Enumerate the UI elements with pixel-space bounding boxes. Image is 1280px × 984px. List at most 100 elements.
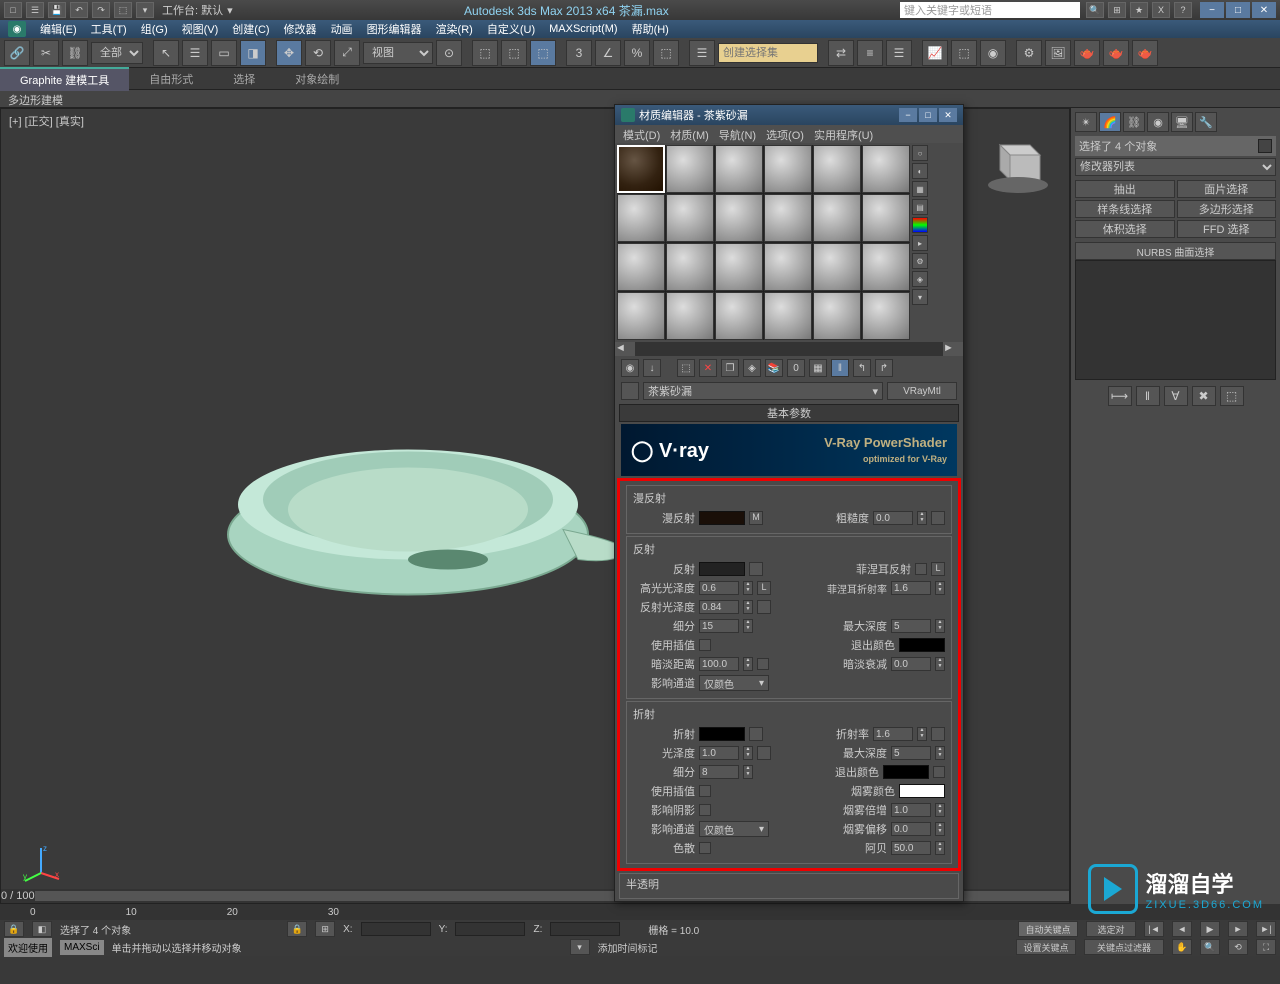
material-slot[interactable] xyxy=(617,243,665,291)
x-coord-input[interactable] xyxy=(361,922,431,936)
reflect-interp-checkbox[interactable] xyxy=(699,639,711,651)
tab-modify-icon[interactable]: 🌈 xyxy=(1099,112,1121,132)
lock-icon[interactable]: 🔒 xyxy=(4,921,24,937)
material-slot[interactable] xyxy=(715,145,763,193)
sel-lock-icon[interactable]: 🔒 xyxy=(287,921,307,937)
assign-icon[interactable]: ⬚ xyxy=(677,359,695,377)
star-icon[interactable]: ★ xyxy=(1130,2,1148,18)
modifier-btn-1[interactable]: 面片选择 xyxy=(1177,180,1277,198)
make-preview-icon[interactable]: ▸ xyxy=(912,235,928,251)
show-end-icon[interactable]: ‖ xyxy=(1136,386,1160,406)
autokey-button[interactable]: 自动关键点 xyxy=(1018,921,1078,937)
named-selection-input[interactable] xyxy=(718,43,818,63)
align-icon[interactable]: ≡ xyxy=(857,40,883,66)
new-icon[interactable]: □ xyxy=(4,2,22,18)
mirror-icon[interactable]: ⇄ xyxy=(828,40,854,66)
link-icon[interactable]: 🔗 xyxy=(4,40,30,66)
manip-icon[interactable]: ⬚ xyxy=(472,40,498,66)
render-frame-icon[interactable]: 🖼 xyxy=(1045,40,1071,66)
render-iter-icon[interactable]: 🫖 xyxy=(1132,40,1158,66)
pick-material-icon[interactable] xyxy=(621,382,639,400)
selected-button[interactable]: 选定对 xyxy=(1086,921,1136,937)
material-slot[interactable] xyxy=(764,194,812,242)
named-sel-icon[interactable]: ☰ xyxy=(689,40,715,66)
menu-grapheditor[interactable]: 图形编辑器 xyxy=(367,21,422,37)
add-time-tag[interactable]: 添加时间标记 xyxy=(598,940,658,955)
modifier-btn-2[interactable]: 样条线选择 xyxy=(1075,200,1175,218)
material-slot[interactable] xyxy=(862,145,910,193)
curve-editor-icon[interactable]: 📈 xyxy=(922,40,948,66)
background-icon[interactable]: ▦ xyxy=(912,181,928,197)
modifier-list-dropdown[interactable]: 修改器列表 xyxy=(1075,158,1276,176)
mat-menu-material[interactable]: 材质(M) xyxy=(670,127,709,141)
ribbon-tab-paint[interactable]: 对象绘制 xyxy=(275,68,359,90)
put-to-scene-icon[interactable]: ↓ xyxy=(643,359,661,377)
nav-max-icon[interactable]: ⛶ xyxy=(1256,939,1276,955)
fresnel-ior-spinner[interactable]: 1.6 xyxy=(891,581,931,595)
selection-filter-dropdown[interactable]: 全部 xyxy=(91,42,143,64)
mat-id-icon[interactable]: 0 xyxy=(787,359,805,377)
affect-shadows-checkbox[interactable] xyxy=(699,804,711,816)
pin-stack-icon[interactable]: ⟼ xyxy=(1108,386,1132,406)
nav-pan-icon[interactable]: ✋ xyxy=(1172,939,1192,955)
roughness-map-button[interactable] xyxy=(931,511,945,525)
material-slot[interactable] xyxy=(813,243,861,291)
nav-zoom-icon[interactable]: 🔍 xyxy=(1200,939,1220,955)
material-slot[interactable] xyxy=(617,292,665,340)
z-coord-input[interactable] xyxy=(550,922,620,936)
refract-exit-color[interactable] xyxy=(883,765,929,779)
menu-maxscript[interactable]: MAXScript(M) xyxy=(549,23,617,35)
material-slot[interactable] xyxy=(666,194,714,242)
refract-maxdepth-spinner[interactable]: 5 xyxy=(891,746,931,760)
viewport-label[interactable]: [+] [正交] [真实] xyxy=(9,113,84,129)
material-slot[interactable] xyxy=(813,145,861,193)
material-editor-icon[interactable]: ◉ xyxy=(980,40,1006,66)
isolate-icon[interactable]: ◧ xyxy=(32,921,52,937)
keyfilter-button[interactable]: 关键点过滤器 xyxy=(1084,939,1164,955)
material-slot-0[interactable] xyxy=(617,145,665,193)
minimize-button[interactable]: − xyxy=(899,108,917,122)
show-end-result-icon[interactable]: ‖ xyxy=(831,359,849,377)
tab-create-icon[interactable]: ✴ xyxy=(1075,112,1097,132)
reflect-maxdepth-spinner[interactable]: 5 xyxy=(891,619,931,633)
select-by-mat-icon[interactable]: ◈ xyxy=(912,271,928,287)
pivot-icon[interactable]: ⊙ xyxy=(436,40,462,66)
open-icon[interactable]: ☰ xyxy=(26,2,44,18)
modifier-stack[interactable] xyxy=(1075,260,1276,380)
spinner-buttons[interactable]: ▲▼ xyxy=(917,511,927,525)
mat-menu-navigate[interactable]: 导航(N) xyxy=(719,127,756,141)
tab-hierarchy-icon[interactable]: ⛓ xyxy=(1123,112,1145,132)
make-copy-icon[interactable]: ❐ xyxy=(721,359,739,377)
material-slot[interactable] xyxy=(715,194,763,242)
put-library-icon[interactable]: 📚 xyxy=(765,359,783,377)
menu-render[interactable]: 渲染(R) xyxy=(436,21,473,37)
reset-icon[interactable]: ✕ xyxy=(699,359,717,377)
refract-ior-spinner[interactable]: 1.6 xyxy=(873,727,913,741)
keymode-icon[interactable]: ⬚ xyxy=(501,40,527,66)
maximize-button[interactable]: □ xyxy=(1226,2,1250,18)
close-button[interactable]: ✕ xyxy=(1252,2,1276,18)
render-icon[interactable]: 🫖 xyxy=(1074,40,1100,66)
modifier-btn-5[interactable]: FFD 选择 xyxy=(1177,220,1277,238)
refcoord-dropdown[interactable]: 视图 xyxy=(363,42,433,64)
scale-icon[interactable]: ⤢ xyxy=(334,40,360,66)
render-prod-icon[interactable]: 🫖 xyxy=(1103,40,1129,66)
material-slot[interactable] xyxy=(617,194,665,242)
material-slot[interactable] xyxy=(813,292,861,340)
refract-exit-checkbox[interactable] xyxy=(933,766,945,778)
snap3-icon[interactable]: 3 xyxy=(566,40,592,66)
mat-menu-utilities[interactable]: 实用程序(U) xyxy=(814,127,873,141)
snap-icon[interactable]: ⬚ xyxy=(530,40,556,66)
video-check-icon[interactable] xyxy=(912,217,928,233)
time-prev-icon[interactable]: ◄ xyxy=(1172,921,1192,937)
dim-checkbox[interactable] xyxy=(757,658,769,670)
reflect-exit-color[interactable] xyxy=(899,638,945,652)
rotate-icon[interactable]: ⟲ xyxy=(305,40,331,66)
color-swatch[interactable] xyxy=(1258,139,1272,153)
refract-interp-checkbox[interactable] xyxy=(699,785,711,797)
reflect-affect-dropdown[interactable]: 仅颜色▾ xyxy=(699,675,769,691)
nav-orbit-icon[interactable]: ⟲ xyxy=(1228,939,1248,955)
dim-distance-spinner[interactable]: 100.0 xyxy=(699,657,739,671)
select-rect-icon[interactable]: ▭ xyxy=(211,40,237,66)
setkey-button[interactable]: 设置关键点 xyxy=(1016,939,1076,955)
